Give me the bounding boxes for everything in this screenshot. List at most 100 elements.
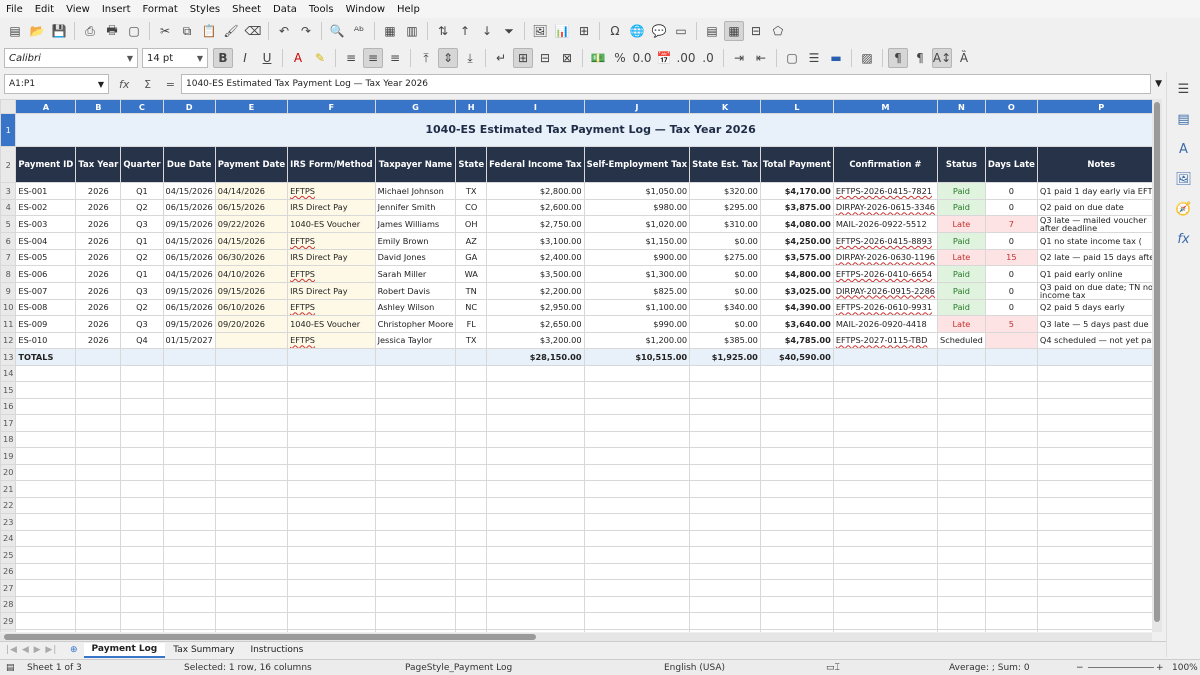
row-header[interactable]: 3 [0,182,17,200]
cell[interactable] [937,546,986,564]
cell[interactable] [689,612,761,630]
cell[interactable]: 09/15/2026 [162,215,216,233]
cell[interactable] [75,496,122,514]
paste-icon[interactable]: 📋 [199,21,219,41]
cell[interactable] [759,513,834,531]
cell[interactable]: 2026 [75,281,122,300]
cell[interactable] [162,546,216,564]
column-header[interactable]: P [1036,99,1152,114]
column-title[interactable]: Taxpayer Name [374,146,457,183]
zoom-slider[interactable] [1088,667,1154,668]
cell[interactable] [583,463,691,481]
cell[interactable] [287,447,376,465]
cell[interactable]: $0.00 [689,232,761,250]
cell[interactable] [214,562,289,580]
cell[interactable] [162,463,216,481]
cell[interactable] [486,364,585,382]
column-title[interactable]: Federal Income Tax [486,146,585,183]
cell[interactable] [689,579,761,597]
cell[interactable]: $2,950.00 [486,298,585,316]
cell[interactable] [1036,612,1152,630]
cell[interactable] [689,430,761,448]
cell[interactable] [455,364,488,382]
cell[interactable]: 09/15/2026 [162,281,216,300]
cell[interactable]: 09/15/2026 [162,315,216,333]
underline-icon[interactable]: U [257,48,277,68]
cell[interactable] [759,430,834,448]
cell[interactable]: $0.00 [689,281,761,300]
cell[interactable]: 2026 [75,198,122,216]
cell[interactable] [759,595,834,613]
wrap-text-icon[interactable]: ↵ [491,48,511,68]
cell[interactable] [832,463,939,481]
cell[interactable] [486,414,585,432]
cell[interactable]: $340.00 [689,298,761,316]
cell[interactable] [1036,579,1152,597]
total-federal[interactable]: $28,150.00 [486,348,585,366]
cell[interactable] [1036,397,1152,415]
cell[interactable]: TX [455,182,488,200]
freeze-rows-columns-icon[interactable]: ▦ [724,21,744,41]
cell[interactable] [1036,430,1152,448]
cell[interactable] [984,529,1038,547]
find-replace-icon[interactable]: 🔍 [327,21,347,41]
cell[interactable] [162,529,216,547]
cell[interactable] [689,364,761,382]
cell[interactable]: NC [455,298,488,316]
cell[interactable] [455,463,488,481]
select-all-corner[interactable] [0,99,17,114]
cell[interactable]: ES-008 [15,298,77,316]
cell[interactable] [486,397,585,415]
cell[interactable] [1036,480,1152,498]
cell[interactable] [120,628,164,632]
horizontal-scrollbar[interactable] [0,633,1152,641]
total-self-employment[interactable]: $10,515.00 [583,348,691,366]
column-header[interactable]: A [15,99,77,114]
cell[interactable] [937,364,986,382]
italic-icon[interactable]: I [235,48,255,68]
cell[interactable] [120,430,164,448]
menu-item[interactable]: Data [267,4,303,15]
cell[interactable]: Q4 scheduled — not yet paid [1036,331,1152,349]
conditional-format-icon[interactable]: ▨ [857,48,877,68]
cell[interactable] [937,529,986,547]
row-header[interactable]: 4 [0,198,17,216]
cell[interactable] [937,397,986,415]
cell[interactable] [374,628,457,632]
percent-format-icon[interactable]: % [610,48,630,68]
cell[interactable] [75,628,122,632]
cell[interactable] [75,397,122,415]
cell[interactable] [287,579,376,597]
cell[interactable] [583,381,691,399]
cell[interactable] [162,562,216,580]
cell[interactable] [75,513,122,531]
cell[interactable]: $275.00 [689,248,761,266]
sidebar-menu-icon[interactable]: ☰ [1173,78,1195,100]
cell[interactable]: 09/20/2026 [214,315,289,333]
cell[interactable] [1036,628,1152,632]
cell[interactable] [583,546,691,564]
cell[interactable]: $3,500.00 [486,265,585,283]
cell[interactable] [1036,447,1152,465]
cell[interactable] [15,628,77,632]
undo-icon[interactable]: ↶ [274,21,294,41]
cell[interactable]: 15 [984,248,1038,266]
column-header[interactable]: H [455,99,488,114]
cell[interactable] [583,364,691,382]
cell[interactable]: EFTPS-2026-0415-8893 [832,232,939,250]
cell[interactable] [937,414,986,432]
column-header[interactable]: D [162,99,216,114]
gallery-icon[interactable]: 🖼 [1173,168,1195,190]
cell[interactable] [984,496,1038,514]
row-header[interactable]: 28 [0,595,17,613]
cell[interactable] [832,397,939,415]
cell[interactable]: $2,750.00 [486,215,585,233]
column-header[interactable]: F [287,99,376,114]
cell[interactable] [1036,364,1152,382]
cell[interactable]: EFTPS [287,298,376,316]
cell[interactable] [984,364,1038,382]
cell[interactable]: ES-005 [15,248,77,266]
scroll-thumb[interactable] [4,634,536,640]
cell[interactable]: Q1 [120,232,164,250]
split-window-icon[interactable]: ⊟ [746,21,766,41]
